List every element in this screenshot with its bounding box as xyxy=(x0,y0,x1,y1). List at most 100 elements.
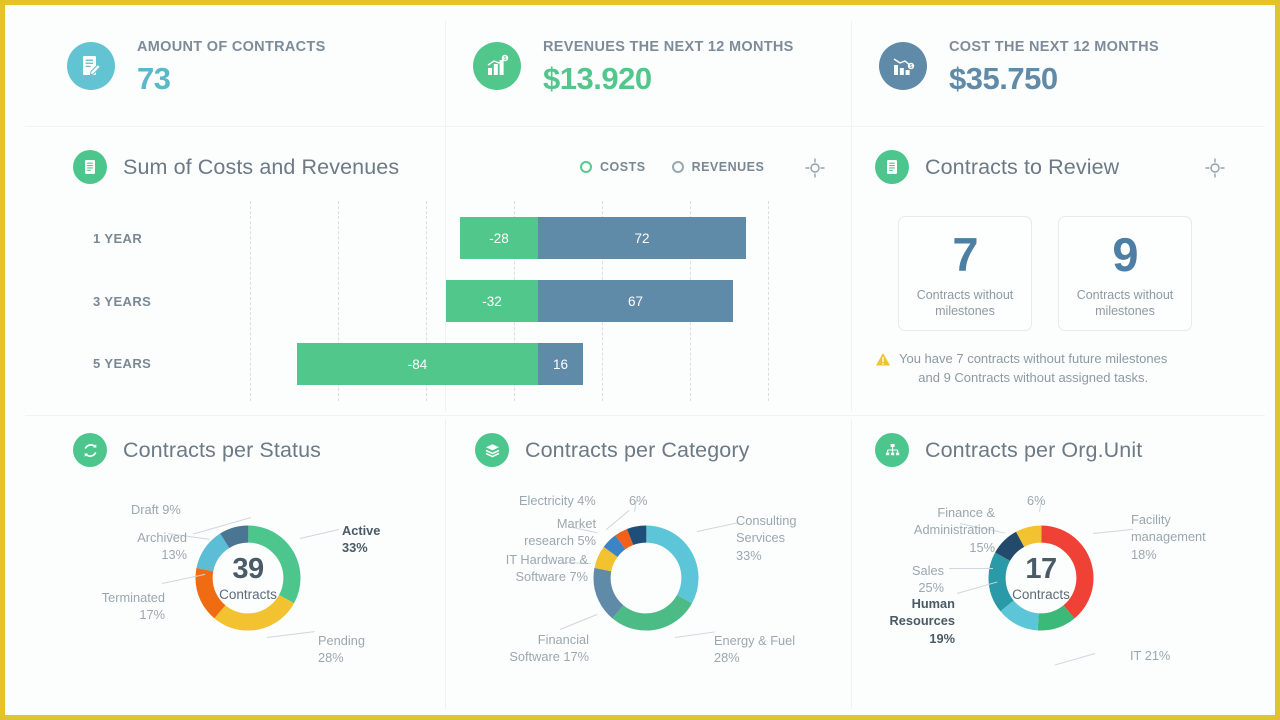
bar-category-label: 3 YEARS xyxy=(93,294,152,309)
bar-category-label: 5 YEARS xyxy=(93,356,152,371)
donut-label-active: Active 33% xyxy=(342,523,381,556)
kpi-value: $35.750 xyxy=(949,60,1058,96)
divider-vertical-4 xyxy=(851,419,852,709)
panel-header-contracts-per-orgunit: Contracts per Org.Unit xyxy=(875,433,1142,467)
kpi-value: 73 xyxy=(137,60,171,96)
tile-number: 9 xyxy=(1112,228,1138,282)
panel-header-contracts-to-review: Contracts to Review xyxy=(875,150,1119,184)
divider-horizontal-1 xyxy=(25,126,1265,127)
bar-value: -84 xyxy=(407,356,428,372)
donut-label-other: 6% xyxy=(629,493,648,508)
document-icon xyxy=(73,150,107,184)
bar-revenue-5-years[interactable]: 16 xyxy=(538,343,583,385)
tile-number: 7 xyxy=(952,228,978,282)
legend-item-costs[interactable]: COSTS xyxy=(580,160,646,174)
review-tiles: 7 Contracts without milestones 9 Contrac… xyxy=(898,216,1192,331)
svg-text:$: $ xyxy=(910,64,913,70)
donut-label-other: 6% xyxy=(1027,493,1046,508)
donut-label-it: IT 21% xyxy=(1130,648,1171,663)
donut-label-pending: Pending 28% xyxy=(318,633,365,666)
bar-value: 67 xyxy=(627,293,644,309)
kpi-revenues-next-12-months[interactable]: $ REVENUES THE NEXT 12 MONTHS $13.920 xyxy=(463,5,869,126)
bar-value: -32 xyxy=(482,293,502,309)
donut-contracts-per-status[interactable]: 39 Contracts xyxy=(190,520,306,636)
org-tree-icon xyxy=(875,433,909,467)
warning-line-1: You have 7 contracts without future mile… xyxy=(899,351,1168,366)
kpi-text-block: AMOUNT OF CONTRACTS 73 xyxy=(137,35,326,97)
kpi-label: AMOUNT OF CONTRACTS xyxy=(137,38,326,55)
panel-header-contracts-per-status: Contracts per Status xyxy=(73,433,321,467)
kpi-cost-next-12-months[interactable]: $ COST THE NEXT 12 MONTHS $35.750 xyxy=(869,5,1275,126)
bar-cost-3-years[interactable]: -32 xyxy=(446,280,538,322)
kpi-value: $13.920 xyxy=(543,60,652,96)
donut-label-sales: Sales 25% xyxy=(911,563,944,596)
bar-value: 16 xyxy=(552,356,569,372)
warning-line-2: and 9 Contracts without assigned tasks. xyxy=(918,369,1149,385)
review-warning: You have 7 contracts without future mile… xyxy=(875,350,1220,388)
legend-dot-revenues xyxy=(671,161,684,173)
bar-chart-costs-revenues: 1 YEAR 3 YEARS 5 YEARS -28 72 -32 67 -84… xyxy=(65,201,845,401)
panel-title: Sum of Costs and Revenues xyxy=(123,154,400,179)
contract-edit-icon xyxy=(67,41,115,90)
kpi-row: AMOUNT OF CONTRACTS 73 $ REVENUES THE NE… xyxy=(5,5,1275,126)
legend-dot-costs xyxy=(580,161,592,173)
donut-label-electricity: Electricity 4% xyxy=(519,493,596,508)
kpi-text-block: COST THE NEXT 12 MONTHS $35.750 xyxy=(949,35,1159,97)
kpi-label: COST THE NEXT 12 MONTHS xyxy=(949,38,1159,55)
donut-label-consulting: Consulting Services 33% xyxy=(736,513,797,563)
crosshair-icon[interactable] xyxy=(805,158,825,183)
panel-title: Contracts per Category xyxy=(525,437,750,462)
donut-label-finance: Finance & Administration 15% xyxy=(913,505,995,555)
document-icon xyxy=(875,150,909,184)
panel-header-costs-revenues: Sum of Costs and Revenues xyxy=(73,150,399,184)
tile-caption: Contracts without milestones xyxy=(916,288,1014,318)
legend-label-revenues: REVENUES xyxy=(691,160,765,174)
revenue-chart-icon: $ xyxy=(473,41,521,90)
donut-label-it-hardware: IT Hardware & Software 7% xyxy=(505,552,588,585)
donut-label-financial: Financial Software 17% xyxy=(509,632,589,665)
bar-cost-5-years[interactable]: -84 xyxy=(297,343,538,385)
donut-contracts-per-orgunit[interactable]: 17 Contracts xyxy=(983,520,1099,636)
kpi-label: REVENUES THE NEXT 12 MONTHS xyxy=(543,38,794,55)
bar-revenue-3-years[interactable]: 67 xyxy=(538,280,733,322)
divider-horizontal-2 xyxy=(25,415,1265,416)
bar-category-label: 1 YEAR xyxy=(93,231,143,246)
donut-label-facility: Facility management 18% xyxy=(1131,512,1206,562)
leader-line xyxy=(1054,653,1096,666)
refresh-icon xyxy=(73,433,107,467)
review-tile-without-milestones-7[interactable]: 7 Contracts without milestones xyxy=(898,216,1032,331)
chart-legend: COSTS REVENUES xyxy=(580,160,764,174)
legend-item-revenues[interactable]: REVENUES xyxy=(671,160,765,174)
panel-title: Contracts per Org.Unit xyxy=(925,437,1143,462)
kpi-amount-of-contracts[interactable]: AMOUNT OF CONTRACTS 73 xyxy=(5,5,463,126)
panel-header-contracts-per-category: Contracts per Category xyxy=(475,433,749,467)
donut-label-draft: Draft 9% xyxy=(131,502,181,517)
layers-icon xyxy=(475,433,509,467)
cost-chart-icon: $ xyxy=(879,41,927,90)
crosshair-icon[interactable] xyxy=(1205,158,1225,183)
donut-label-human-resources: Human Resources 19% xyxy=(889,596,955,646)
review-tile-without-milestones-9[interactable]: 9 Contracts without milestones xyxy=(1058,216,1192,331)
bar-revenue-1-year[interactable]: 72 xyxy=(538,217,746,259)
legend-label-costs: COSTS xyxy=(600,160,646,174)
donut-label-archived: Archived 13% xyxy=(137,530,187,563)
tile-caption: Contracts without milestones xyxy=(1076,288,1174,318)
donut-label-terminated: Terminated 17% xyxy=(101,590,165,623)
gridline xyxy=(250,201,251,401)
dashboard-root: AMOUNT OF CONTRACTS 73 $ REVENUES THE NE… xyxy=(5,5,1275,715)
bar-value: 72 xyxy=(634,230,650,246)
warning-text: You have 7 contracts without future mile… xyxy=(899,350,1167,388)
donut-contracts-per-category[interactable] xyxy=(588,520,704,636)
gridline xyxy=(768,201,769,401)
divider-vertical-3 xyxy=(445,419,446,709)
warning-triangle-icon xyxy=(875,350,891,372)
svg-text:$: $ xyxy=(504,56,507,62)
panel-title: Contracts to Review xyxy=(925,154,1120,179)
bar-value: -28 xyxy=(489,230,509,246)
kpi-text-block: REVENUES THE NEXT 12 MONTHS $13.920 xyxy=(543,35,794,97)
donut-label-energy: Energy & Fuel 28% xyxy=(714,633,796,666)
panel-title: Contracts per Status xyxy=(123,437,321,462)
bar-cost-1-year[interactable]: -28 xyxy=(460,217,538,259)
leader-line xyxy=(949,568,993,569)
donut-label-market-research: Market research 5% xyxy=(524,516,596,549)
